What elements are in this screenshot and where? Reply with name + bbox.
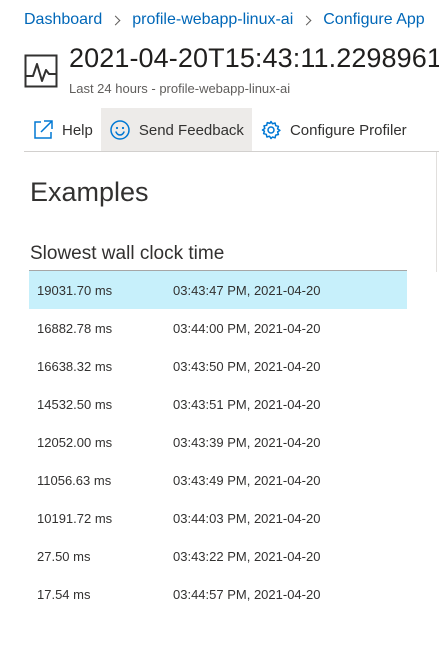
breadcrumb: Dashboard profile-webapp-linux-ai Config… bbox=[24, 11, 425, 29]
toolbar: Help Send Feedback Configure Profiler bbox=[24, 108, 415, 152]
chart-pulse-icon bbox=[24, 54, 58, 88]
help-button[interactable]: Help bbox=[24, 108, 101, 152]
duration-cell: 16638.32 ms bbox=[37, 358, 113, 374]
timestamp-cell: 03:43:47 PM, 2021-04-20 bbox=[173, 282, 321, 298]
breadcrumb-webapp[interactable]: profile-webapp-linux-ai bbox=[132, 11, 293, 29]
table-heading: Slowest wall clock time bbox=[30, 243, 225, 264]
breadcrumb-configure-app[interactable]: Configure App bbox=[323, 11, 424, 29]
duration-cell: 27.50 ms bbox=[37, 548, 91, 564]
duration-cell: 10191.72 ms bbox=[37, 510, 113, 526]
configure-profiler-label: Configure Profiler bbox=[289, 121, 407, 139]
examples-heading: Examples bbox=[30, 177, 149, 207]
table-row[interactable]: 10191.72 ms 03:44:03 PM, 2021-04-20 bbox=[29, 499, 407, 537]
smiley-icon bbox=[110, 120, 130, 140]
external-link-icon bbox=[34, 120, 53, 139]
timestamp-cell: 03:43:51 PM, 2021-04-20 bbox=[173, 396, 321, 412]
table-row[interactable]: 14532.50 ms 03:43:51 PM, 2021-04-20 bbox=[29, 385, 407, 423]
duration-cell: 11056.63 ms bbox=[37, 472, 112, 488]
table-row[interactable]: 17.54 ms 03:44:57 PM, 2021-04-20 bbox=[29, 575, 407, 613]
gear-icon bbox=[261, 120, 281, 140]
table-row[interactable]: 12052.00 ms 03:43:39 PM, 2021-04-20 bbox=[29, 423, 407, 461]
page-title: 2021-04-20T15:43:11.2298961 bbox=[69, 43, 439, 73]
panel-divider bbox=[24, 151, 439, 152]
table-row[interactable]: 16638.32 ms 03:43:50 PM, 2021-04-20 bbox=[29, 347, 407, 385]
table-row[interactable]: 27.50 ms 03:43:22 PM, 2021-04-20 bbox=[29, 537, 407, 575]
panel-divider-vertical bbox=[436, 152, 437, 272]
duration-cell: 14532.50 ms bbox=[37, 396, 113, 412]
timestamp-cell: 03:44:00 PM, 2021-04-20 bbox=[173, 320, 321, 336]
table-row[interactable]: 16882.78 ms 03:44:00 PM, 2021-04-20 bbox=[29, 309, 407, 347]
chevron-right-icon bbox=[110, 15, 121, 25]
duration-cell: 12052.00 ms bbox=[37, 434, 113, 450]
send-feedback-button[interactable]: Send Feedback bbox=[100, 108, 252, 152]
table-row[interactable]: 11056.63 ms 03:43:49 PM, 2021-04-20 bbox=[29, 461, 407, 499]
send-feedback-label: Send Feedback bbox=[138, 121, 244, 139]
duration-cell: 17.54 ms bbox=[37, 586, 91, 602]
timestamp-cell: 03:43:50 PM, 2021-04-20 bbox=[173, 358, 321, 374]
configure-profiler-button[interactable]: Configure Profiler bbox=[252, 108, 415, 152]
timestamp-cell: 03:43:39 PM, 2021-04-20 bbox=[173, 434, 321, 450]
timestamp-cell: 03:43:49 PM, 2021-04-20 bbox=[173, 472, 321, 488]
page-subtitle: Last 24 hours - profile-webapp-linux-ai bbox=[69, 81, 291, 96]
chevron-right-icon bbox=[301, 15, 312, 25]
examples-table: 19031.70 ms 03:43:47 PM, 2021-04-20 1688… bbox=[29, 270, 407, 613]
timestamp-cell: 03:43:22 PM, 2021-04-20 bbox=[173, 548, 321, 564]
table-row[interactable]: 19031.70 ms 03:43:47 PM, 2021-04-20 bbox=[29, 271, 407, 309]
duration-cell: 16882.78 ms bbox=[37, 320, 113, 336]
breadcrumb-dashboard[interactable]: Dashboard bbox=[24, 11, 102, 29]
help-label: Help bbox=[62, 121, 93, 139]
timestamp-cell: 03:44:57 PM, 2021-04-20 bbox=[173, 586, 321, 602]
timestamp-cell: 03:44:03 PM, 2021-04-20 bbox=[173, 510, 321, 526]
duration-cell: 19031.70 ms bbox=[37, 282, 113, 298]
